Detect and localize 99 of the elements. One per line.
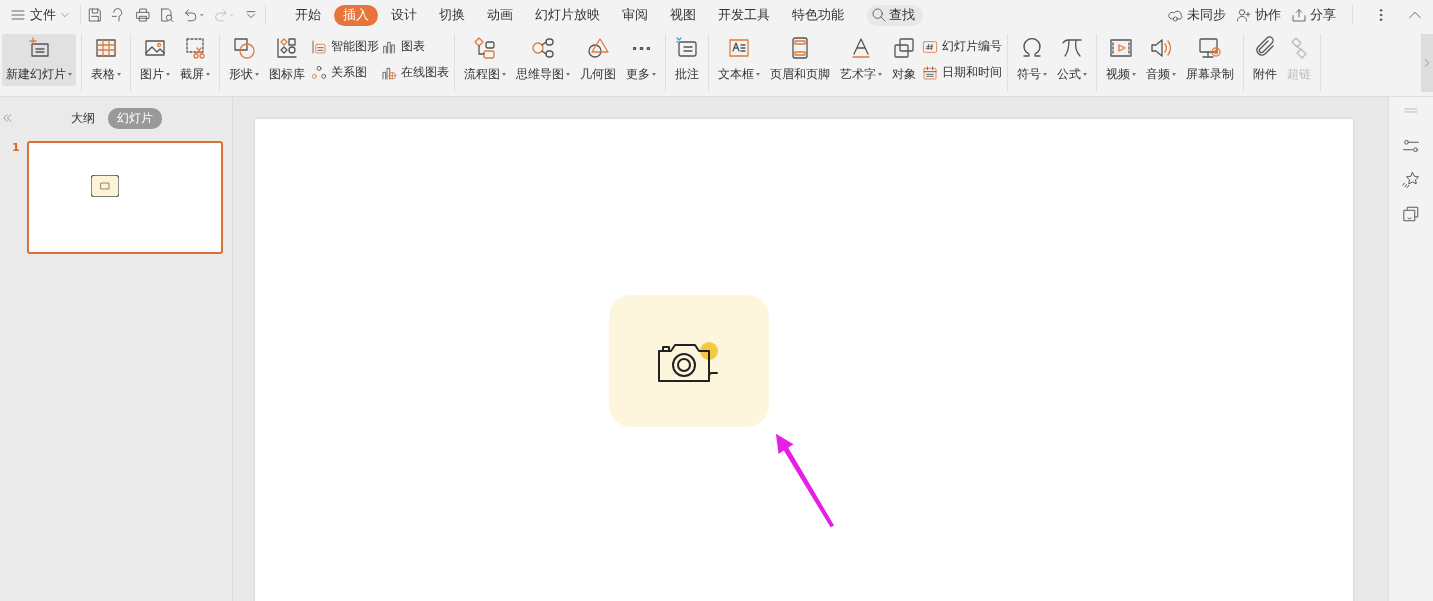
- caret-icon: [756, 73, 760, 76]
- ribbon-button[interactable]: 更多: [622, 34, 660, 86]
- omega-icon: [1020, 36, 1044, 60]
- ribbon-button[interactable]: 形状: [225, 34, 263, 86]
- caret-icon: [117, 73, 121, 76]
- ribbon-button[interactable]: 思维导图: [512, 34, 574, 86]
- ribbon-button[interactable]: 图片: [136, 34, 174, 86]
- ribbon-tab[interactable]: 开发工具: [709, 4, 779, 26]
- geometry-icon: [586, 36, 610, 60]
- caret-icon: [206, 73, 210, 76]
- caret-icon: [652, 73, 656, 76]
- ribbon-button[interactable]: 流程图: [460, 34, 510, 86]
- text-box-icon: [727, 36, 751, 60]
- ribbon-button[interactable]: 几何图: [576, 34, 620, 86]
- ribbon-button[interactable]: 页眉和页脚: [766, 34, 834, 86]
- account-action[interactable]: 未同步: [1168, 6, 1226, 24]
- ribbon-button[interactable]: 图表: [381, 38, 449, 55]
- ribbon-button[interactable]: 符号: [1013, 34, 1051, 86]
- shapes-grid-icon: [275, 36, 299, 60]
- sliders-icon[interactable]: [1402, 137, 1420, 155]
- account-action-label: 分享: [1310, 6, 1336, 24]
- ribbon-tab[interactable]: 动画: [478, 4, 522, 26]
- caret-icon: [68, 73, 72, 76]
- ribbon-button[interactable]: 对象: [888, 34, 920, 86]
- smart-graphic-icon: [311, 38, 327, 55]
- account-action[interactable]: 分享: [1291, 6, 1336, 24]
- chevron-right-icon: [1422, 58, 1432, 68]
- ribbon-button[interactable]: 智能图形: [311, 38, 379, 55]
- caret-icon: [878, 73, 882, 76]
- ribbon-tab[interactable]: 幻灯片放映: [526, 4, 609, 26]
- new-slide-icon: [27, 36, 51, 60]
- cloud-icon: [1168, 7, 1184, 23]
- ribbon-button[interactable]: 表格: [87, 34, 125, 86]
- star-icon[interactable]: [1402, 171, 1420, 189]
- search-icon: [871, 7, 887, 23]
- ribbon-button[interactable]: 文本框: [714, 34, 764, 86]
- ellipsis-icon: [632, 46, 650, 50]
- number-icon: [922, 38, 938, 55]
- search-label: 查找: [889, 6, 915, 24]
- save-icon[interactable]: [87, 7, 103, 23]
- search-button[interactable]: 查找: [867, 4, 923, 26]
- ribbon-tab[interactable]: 审阅: [613, 4, 657, 26]
- share-icon: [1291, 7, 1307, 23]
- ribbon-button[interactable]: 关系图: [311, 64, 379, 81]
- ribbon-button[interactable]: 公式: [1053, 34, 1091, 86]
- camera-placeholder-thumbnail: [91, 175, 119, 197]
- video-icon: [1109, 36, 1133, 60]
- ribbon-button[interactable]: 新建幻灯片: [2, 34, 76, 86]
- undo-icon[interactable]: [183, 7, 205, 23]
- slide-thumbnail[interactable]: [27, 141, 223, 254]
- chevron-down-icon: [60, 10, 70, 20]
- user-add-icon: [1236, 7, 1252, 23]
- file-menu-label: 文件: [30, 6, 56, 24]
- ribbon-tab[interactable]: 特色功能: [783, 4, 853, 26]
- cycle-icon: [311, 64, 327, 81]
- mind-map-icon: [531, 36, 555, 60]
- scissors-icon: [183, 36, 207, 60]
- ribbon-button[interactable]: 屏幕录制: [1182, 34, 1238, 86]
- ribbon-button[interactable]: 在线图表: [381, 64, 449, 81]
- ribbon-tab[interactable]: 视图: [661, 4, 705, 26]
- calendar-icon: [922, 64, 938, 81]
- flowchart-icon: [473, 36, 497, 60]
- ribbon-button[interactable]: 音频: [1142, 34, 1180, 86]
- caret-icon: [1172, 73, 1176, 76]
- panel-tab[interactable]: 大纲: [62, 107, 104, 129]
- windows-icon[interactable]: [1402, 205, 1420, 223]
- caret-icon: [566, 73, 570, 76]
- account-action-label: 协作: [1255, 6, 1281, 24]
- ribbon-button[interactable]: 截屏: [176, 34, 214, 86]
- slide-number: 1: [12, 141, 21, 154]
- ribbon-tab[interactable]: 切换: [430, 4, 474, 26]
- print-icon[interactable]: [135, 7, 151, 23]
- ribbon-button[interactable]: 艺术字: [836, 34, 886, 86]
- shapes-icon: [232, 36, 256, 60]
- ribbon-button[interactable]: 视频: [1102, 34, 1140, 86]
- caret-icon: [166, 73, 170, 76]
- ribbon-button[interactable]: 幻灯片编号: [922, 38, 1002, 55]
- ribbon-button[interactable]: 批注: [671, 34, 703, 86]
- ribbon-button[interactable]: 附件: [1249, 34, 1281, 86]
- camera-icon: [657, 339, 721, 383]
- menu-icon: [10, 7, 26, 23]
- comment-icon: [675, 36, 699, 60]
- windows-icon: [892, 36, 916, 60]
- monitor-icon: [1198, 36, 1222, 60]
- ribbon-button[interactable]: 图标库: [265, 34, 309, 86]
- preview-icon[interactable]: [159, 7, 175, 23]
- account-action[interactable]: 协作: [1236, 6, 1281, 24]
- caret-icon: [502, 73, 506, 76]
- ribbon-tab[interactable]: 设计: [382, 4, 426, 26]
- caret-icon: [1043, 73, 1047, 76]
- caret-icon: [1083, 73, 1087, 76]
- table-icon: [94, 36, 118, 60]
- ribbon-button[interactable]: 日期和时间: [922, 64, 1002, 81]
- file-menu[interactable]: 文件: [6, 6, 74, 24]
- picture-placeholder[interactable]: [609, 295, 769, 427]
- account-action-label: 未同步: [1187, 6, 1226, 24]
- ribbon-tab[interactable]: 开始: [286, 4, 330, 26]
- caret-icon: [255, 73, 259, 76]
- caret-icon: [1132, 73, 1136, 76]
